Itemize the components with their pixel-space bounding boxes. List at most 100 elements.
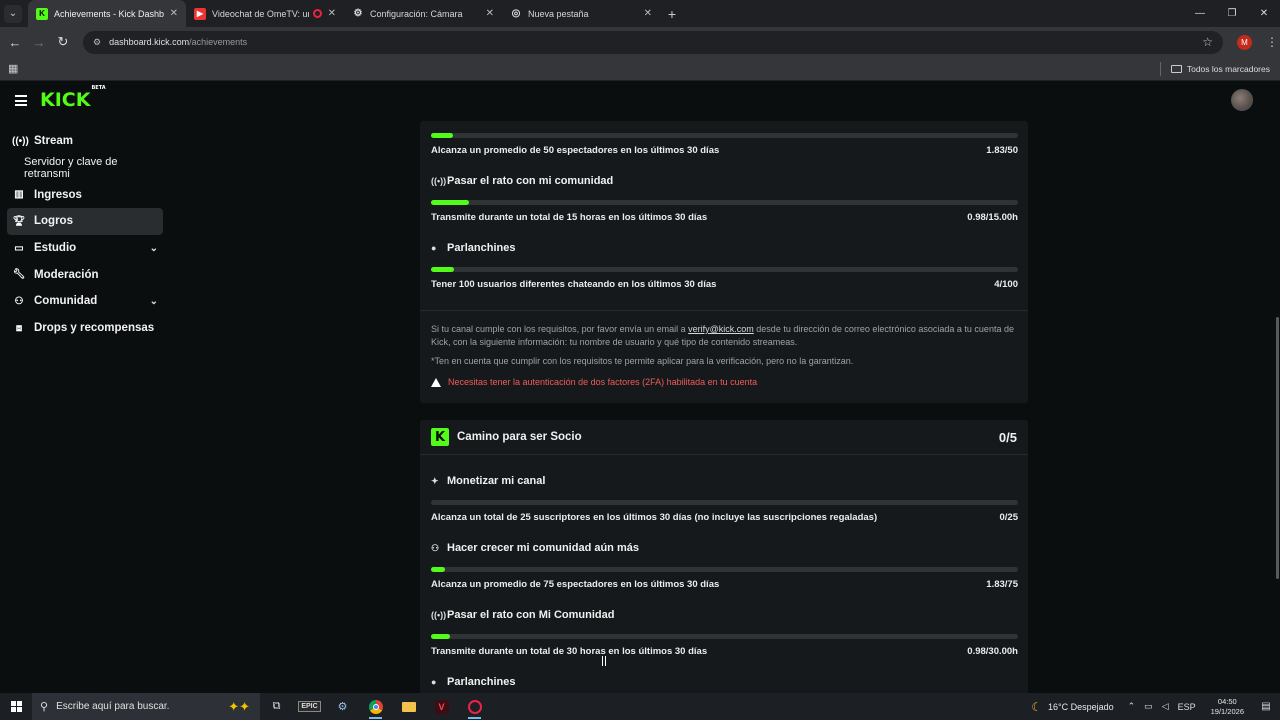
achievement-title: ((•)) Pasar el rato con Mi Comunidad <box>431 609 614 621</box>
sidebar-item-label: Servidor y clave de retransmi <box>24 156 118 181</box>
tab-search-button[interactable]: ⌄ <box>4 4 22 23</box>
recording-icon <box>312 9 322 18</box>
requirement-text: Transmite durante un total de 30 horas e… <box>431 646 708 657</box>
taskbar-search[interactable]: ⚲ Escribe aquí para buscar. ✦✦ <box>32 693 260 720</box>
sidebar-item-logros[interactable]: 🏆︎ Logros <box>7 208 163 235</box>
progress-fill <box>431 267 455 272</box>
browser-menu-icon[interactable]: ⋮ <box>1266 35 1278 49</box>
steam-icon[interactable]: ⚙ <box>326 693 359 720</box>
broadcast-icon: ((•)) <box>431 610 447 620</box>
browser-tab-bar: ⌄ K Achievements - Kick Dashboard ✕ ▶ Vi… <box>0 0 1280 27</box>
search-icon: ⚲ <box>40 701 49 713</box>
requirement-value: 4/100 <box>994 279 1018 290</box>
logo-text: KICK <box>40 89 91 111</box>
new-tab-button[interactable]: + <box>660 6 684 22</box>
verify-email-link[interactable]: verify@kick.com <box>688 324 754 334</box>
progress-bar <box>431 500 1018 505</box>
progress-bar <box>431 200 1018 205</box>
kick-badge-icon: K <box>431 428 449 446</box>
close-window-icon[interactable]: ✕ <box>1248 0 1280 27</box>
language-indicator[interactable]: ESP <box>1178 702 1196 712</box>
restore-icon[interactable]: ❐ <box>1216 0 1248 27</box>
close-icon[interactable]: ✕ <box>170 8 178 19</box>
start-button[interactable] <box>0 693 32 720</box>
file-explorer-icon[interactable] <box>392 693 425 720</box>
notifications-icon[interactable]: ▤ <box>1256 701 1276 712</box>
sidebar-item-comunidad[interactable]: ⚇ Comunidad ⌄ <box>7 288 163 315</box>
requirement-row: Tener 100 usuarios diferentes chateando … <box>431 279 1018 290</box>
divider <box>420 310 1028 311</box>
profile-avatar[interactable]: M <box>1237 34 1252 50</box>
forward-icon[interactable]: → <box>27 35 51 50</box>
clock[interactable]: 04:50 19/1/2026 <box>1211 697 1244 717</box>
card-progress-count: 0/5 <box>998 429 1017 445</box>
sidebar-item-drops[interactable]: ⧈ Drops y recompensas <box>7 315 163 342</box>
kick-logo[interactable]: KICKBETA <box>40 85 106 111</box>
hamburger-menu-icon[interactable] <box>15 95 27 109</box>
user-avatar[interactable] <box>1231 89 1253 111</box>
tab-ometv[interactable]: ▶ Videochat de OmeTV: una a ✕ <box>186 0 344 27</box>
weather-text[interactable]: 16°C Despejado <box>1048 702 1114 712</box>
sidebar-item-estudio[interactable]: ▭ Estudio ⌄ <box>7 235 163 262</box>
sidebar-item-label: Logros <box>34 215 73 228</box>
dashboard-page: KICKBETA ((•)) Stream Servidor y clave d… <box>0 81 1280 693</box>
close-icon[interactable]: ✕ <box>486 8 494 19</box>
requirement-text: Alcanza un promedio de 75 espectadores e… <box>431 579 720 590</box>
moon-weather-icon: ☾ <box>1031 699 1042 714</box>
sidebar-item-moderacion[interactable]: 🔧︎ Moderación <box>7 261 163 288</box>
progress-bar <box>431 267 1018 272</box>
chevron-down-icon: ⌄ <box>149 295 158 307</box>
tab-settings-camera[interactable]: ⚙ Configuración: Cámara ✕ <box>344 0 502 27</box>
bookmarks-bar: ▦ Todos los marcadores <box>0 57 1280 81</box>
sidebar-item-label: Ingresos <box>34 188 82 201</box>
sidebar-item-label: Comunidad <box>34 295 98 308</box>
achievement-title-text: Parlanchines <box>447 242 516 254</box>
card-title: Camino para ser Socio <box>457 431 582 443</box>
sidebar-item-label: Moderación <box>34 268 99 281</box>
reload-icon[interactable]: ↻ <box>51 34 75 50</box>
task-view-icon[interactable]: ⧉ <box>260 693 293 720</box>
tab-achievements[interactable]: K Achievements - Kick Dashboard ✕ <box>28 0 186 27</box>
address-bar: ← → ↻ ⚙ dashboard.kick.com/achievements … <box>0 27 1280 57</box>
top-bar: KICKBETA <box>0 81 1280 121</box>
close-icon[interactable]: ✕ <box>644 8 652 19</box>
epic-games-icon[interactable]: EPIC <box>293 693 326 720</box>
tab-new-tab[interactable]: ◎ Nueva pestaña ✕ <box>502 0 660 27</box>
network-icon[interactable]: ▭ <box>1144 701 1153 712</box>
sidebar-item-server-key[interactable]: Servidor y clave de retransmi <box>7 155 163 182</box>
page-scrollbar[interactable] <box>1275 81 1280 693</box>
progress-bar <box>431 133 1018 138</box>
minimize-icon[interactable]: — <box>1184 0 1216 27</box>
chrome-icon[interactable] <box>359 693 392 720</box>
sidebar-item-stream[interactable]: ((•)) Stream <box>7 128 163 155</box>
volume-icon[interactable]: ◁ <box>1162 701 1169 712</box>
back-icon[interactable]: ← <box>3 35 27 50</box>
partner-path-card: K Camino para ser Socio 0/5 ✦ Monetizar … <box>420 420 1028 693</box>
scrollbar-thumb[interactable] <box>1276 317 1279 579</box>
tab-title: Nueva pestaña <box>528 8 589 19</box>
sidebar-item-ingresos[interactable]: ▥ Ingresos <box>7 181 163 208</box>
studio-icon: ▭ <box>14 242 24 254</box>
requirement-row: Alcanza un total de 25 suscriptores en l… <box>431 512 1018 523</box>
bookmark-star-icon[interactable]: ☆ <box>1202 35 1213 49</box>
card-header: K Camino para ser Socio 0/5 <box>420 420 1028 454</box>
broadcast-icon: ((•)) <box>12 135 29 147</box>
requirement-row: Transmite durante un total de 30 horas e… <box>431 646 1018 657</box>
achievement-title-text: Monetizar mi canal <box>447 475 546 487</box>
close-icon[interactable]: ✕ <box>328 8 336 19</box>
progress-fill <box>431 200 470 205</box>
recording-app-icon[interactable] <box>458 693 491 720</box>
valorant-icon[interactable]: V <box>425 693 458 720</box>
apps-grid-icon[interactable]: ▦ <box>8 62 18 75</box>
tab-title: Achievements - Kick Dashboard <box>54 8 164 19</box>
progress-bar <box>431 634 1018 639</box>
url-input[interactable]: ⚙ dashboard.kick.com/achievements ☆ <box>83 30 1223 54</box>
windows-logo-icon <box>10 701 22 712</box>
achievement-title-text: Parlanchines <box>447 676 516 688</box>
chevron-up-icon[interactable]: ⌃ <box>1128 701 1136 712</box>
all-bookmarks[interactable]: Todos los marcadores <box>1159 61 1270 76</box>
site-info-icon[interactable]: ⚙ <box>93 37 101 48</box>
requirement-text: Tener 100 usuarios diferentes chateando … <box>431 279 717 290</box>
copilot-sparkle-icon[interactable]: ✦✦ <box>228 699 250 715</box>
clock-date: 19/1/2026 <box>1210 706 1244 716</box>
